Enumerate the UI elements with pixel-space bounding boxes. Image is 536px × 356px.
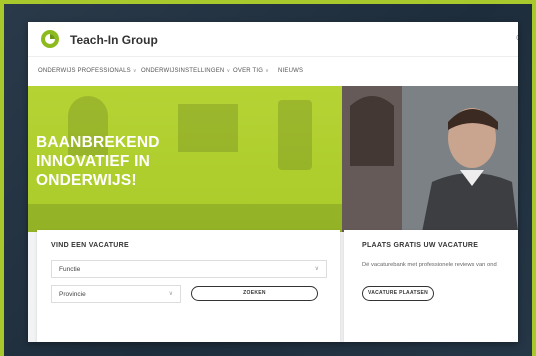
- chevron-down-icon: ∨: [265, 68, 270, 74]
- panel-title: PLAATS GRATIS UW VACATURE: [362, 242, 479, 249]
- hero-title: BAANBREKEND INNOVATIEF IN ONDERWIJS!: [36, 133, 286, 190]
- province-select[interactable]: Provincie ∨: [51, 285, 181, 303]
- hero-title-line: BAANBREKEND: [36, 134, 160, 151]
- ground-shape: [28, 204, 342, 232]
- nav-item-nieuws[interactable]: NIEUWS: [278, 68, 303, 74]
- chevron-down-icon: ∨: [168, 291, 173, 297]
- hero-photo: [342, 86, 518, 232]
- chevron-down-icon: ∨: [314, 266, 319, 272]
- nav-item-onderwijsinstellingen[interactable]: ONDERWIJSINSTELLINGEN ∨: [141, 68, 230, 74]
- function-select[interactable]: Functie ∨: [51, 260, 327, 278]
- browser-viewport: Teach-In Group 02 ONDERWIJS PROFESSIONAL…: [28, 22, 518, 342]
- top-bar: Teach-In Group 02: [28, 22, 518, 56]
- hero-title-line: INNOVATIEF IN: [36, 153, 150, 170]
- hero-title-line: ONDERWIJS!: [36, 172, 137, 189]
- search-button[interactable]: ZOEKEN: [191, 286, 318, 301]
- main-nav: ONDERWIJS PROFESSIONALS ∨ ONDERWIJSINSTEL…: [28, 56, 518, 87]
- post-vacancy-panel: PLAATS GRATIS UW VACATURE Dé vacatureban…: [344, 230, 518, 342]
- panel-description: Dé vacaturebank met professionele review…: [362, 262, 497, 268]
- hero-banner: BAANBREKEND INNOVATIEF IN ONDERWIJS!: [28, 86, 518, 232]
- nav-item-onderwijs-professionals[interactable]: ONDERWIJS PROFESSIONALS ∨: [38, 68, 137, 74]
- phone-number[interactable]: 02: [516, 35, 518, 42]
- chevron-down-icon: ∨: [132, 68, 137, 74]
- person-photo: [342, 86, 518, 232]
- post-vacancy-button[interactable]: VACATURE PLAATSEN: [362, 286, 434, 301]
- brand-name[interactable]: Teach-In Group: [70, 33, 158, 47]
- job-search-panel: VIND EEN VACATURE Functie ∨ Provincie ∨ …: [37, 230, 340, 342]
- nav-item-over-tig[interactable]: OVER TIG ∨: [233, 68, 269, 74]
- logo-icon[interactable]: [40, 29, 60, 49]
- panel-title: VIND EEN VACATURE: [51, 242, 129, 249]
- chevron-down-icon: ∨: [226, 68, 231, 74]
